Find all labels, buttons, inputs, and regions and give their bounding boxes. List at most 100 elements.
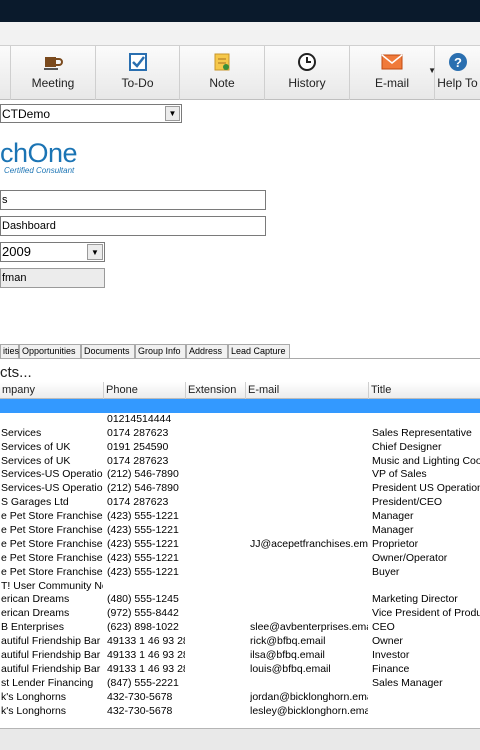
cell-extension	[188, 677, 244, 691]
column-header-company[interactable]: mpany	[0, 382, 104, 399]
table-row[interactable]: e Pet Store Franchises (423) 555-1221 JJ@a…	[0, 538, 480, 552]
cell-email	[250, 677, 368, 691]
tab-activities[interactable]: ities	[0, 344, 19, 358]
table-row[interactable]: Services of UK 0191 254590 Chief Designer	[0, 441, 480, 455]
text-field-2[interactable]: Dashboard	[0, 216, 266, 236]
cell-email	[250, 468, 368, 482]
table-row[interactable]: erican Dreams (972) 555-8442 Vice Presiden…	[0, 607, 480, 621]
table-row[interactable]: Services-US Operatio (212) 546-7890 Presid…	[0, 482, 480, 496]
meeting-button[interactable]: Meeting	[11, 46, 96, 100]
cell-email	[250, 510, 368, 524]
cell-extension	[188, 496, 244, 510]
tab-opportunities[interactable]: Opportunities	[19, 344, 81, 358]
table-row[interactable]: e Pet Store Franchises (423) 555-1221 Buye…	[0, 566, 480, 580]
cell-phone: 49133 1 46 93 28	[107, 635, 185, 648]
table-row[interactable]: autiful Friendship Bar 8 49133 1 46 93 28…	[0, 663, 480, 677]
cell-extension	[188, 455, 244, 469]
tab-documents[interactable]: Documents	[81, 344, 135, 358]
cell-extension	[188, 691, 244, 705]
cell-email	[250, 455, 368, 469]
tab-lead-capture[interactable]: Lead Capture	[228, 344, 290, 358]
cell-company: autiful Friendship Bar 8	[1, 662, 103, 675]
cell-email	[250, 580, 368, 594]
cell-phone: (480) 555-1245	[107, 593, 179, 606]
help-label: Help To	[437, 76, 478, 90]
toolbar: Meeting To-Do Note History E-mail ▼ ? He…	[0, 46, 480, 100]
cell-title	[372, 580, 480, 594]
cell-title: President US Operation	[372, 482, 480, 495]
table-row[interactable]: autiful Friendship Bar 8 49133 1 46 93 28…	[0, 649, 480, 663]
table-row[interactable]: autiful Friendship Bar 8 49133 1 46 93 28…	[0, 635, 480, 649]
column-header-title[interactable]: Title	[369, 382, 480, 399]
logo-main-text: chOne	[0, 138, 78, 168]
cell-extension	[188, 399, 244, 413]
year-select[interactable]: 2009 ▼	[0, 242, 105, 262]
cell-title: Owner/Operator	[372, 551, 448, 564]
table-row[interactable]: e Pet Store Franchises (423) 555-1221 Mana…	[0, 524, 480, 538]
email-button[interactable]: E-mail ▼	[350, 46, 436, 100]
tab-group-info[interactable]: Group Info	[135, 344, 186, 358]
history-button[interactable]: History	[265, 46, 350, 100]
cell-company: k's Longhorns	[1, 704, 67, 717]
table-row[interactable]: k's Longhorns 432-730-5678 jordan@bicklong…	[0, 691, 480, 705]
todo-check-icon	[127, 51, 149, 73]
grid-body: 01214514444 Services 0174 287623 Sales Repr…	[0, 399, 480, 718]
history-clock-icon	[296, 51, 318, 73]
table-row[interactable]: 01214514444	[0, 413, 480, 427]
cell-extension	[188, 524, 244, 538]
cell-phone: (423) 555-1221	[107, 537, 179, 550]
table-row[interactable]: T! User Community Ne	[0, 580, 480, 594]
tab-address[interactable]: Address	[186, 344, 228, 358]
column-header-email[interactable]: E-mail	[246, 382, 369, 399]
todo-label: To-Do	[121, 76, 154, 90]
text-field-1[interactable]: s	[0, 190, 266, 210]
cell-company: e Pet Store Franchises	[1, 565, 103, 578]
tab-strip: ities Opportunities Documents Group Info…	[0, 344, 480, 358]
cell-phone: (623) 898-1022	[107, 621, 179, 634]
cell-title: President/CEO	[372, 496, 443, 509]
table-row[interactable]: Services-US Operatio (212) 546-7890 VP of …	[0, 468, 480, 482]
note-icon	[211, 51, 233, 73]
note-label: Note	[209, 76, 235, 90]
note-button[interactable]: Note	[180, 46, 265, 100]
table-row[interactable]: k's Longhorns 432-730-5678 lesley@bicklong…	[0, 705, 480, 719]
cell-title: Sales Manager	[372, 676, 443, 689]
cell-extension	[188, 441, 244, 455]
cell-company: autiful Friendship Bar 8	[1, 649, 103, 662]
table-row[interactable]: erican Dreams (480) 555-1245 Marketing Dir…	[0, 593, 480, 607]
database-select[interactable]: CTDemo ▼	[0, 104, 182, 123]
cell-email	[250, 482, 368, 496]
cell-email: JJ@acepetfranchises.em	[250, 537, 368, 550]
table-row[interactable]: st Lender Financing (847) 555-2221 Sales M…	[0, 677, 480, 691]
cell-phone: (423) 555-1221	[107, 551, 179, 564]
menu-bar	[0, 22, 480, 46]
cell-email	[250, 593, 368, 607]
cell-extension	[188, 552, 244, 566]
table-row[interactable]: B Enterprises (623) 898-1022 slee@avbenter…	[0, 621, 480, 635]
chevron-down-icon[interactable]: ▼	[87, 244, 103, 260]
cell-extension	[188, 663, 244, 677]
cell-company: Services of UK	[1, 454, 71, 467]
table-row[interactable]: S Garages Ltd 0174 287623 President/CEO	[0, 496, 480, 510]
table-row[interactable]: e Pet Store Franchises (423) 555-1221 Owne…	[0, 552, 480, 566]
column-header-phone[interactable]: Phone	[104, 382, 186, 399]
cell-company: autiful Friendship Bar 8	[1, 635, 103, 648]
cell-company: e Pet Store Franchises	[1, 510, 103, 523]
cell-extension	[188, 510, 244, 524]
manager-field: fman	[0, 268, 105, 288]
table-row[interactable]	[0, 399, 480, 413]
history-label: History	[288, 76, 326, 90]
table-row[interactable]: Services 0174 287623 Sales Representative	[0, 427, 480, 441]
todo-button[interactable]: To-Do	[96, 46, 180, 100]
help-button[interactable]: ? Help To	[435, 46, 480, 100]
chevron-down-icon[interactable]: ▼	[165, 106, 180, 121]
cell-phone: (972) 555-8442	[107, 607, 179, 620]
grid-header: mpany Phone Extension E-mail Title	[0, 382, 480, 399]
logo-sub-text: Certified Consultant	[4, 166, 75, 175]
column-header-extension[interactable]: Extension	[186, 382, 246, 399]
cell-phone	[107, 399, 185, 413]
table-row[interactable]: Services of UK 0174 287623 Music and Light…	[0, 455, 480, 469]
cell-extension	[188, 705, 244, 719]
cell-title	[372, 413, 480, 427]
table-row[interactable]: e Pet Store Franchises (423) 555-1221 Mana…	[0, 510, 480, 524]
